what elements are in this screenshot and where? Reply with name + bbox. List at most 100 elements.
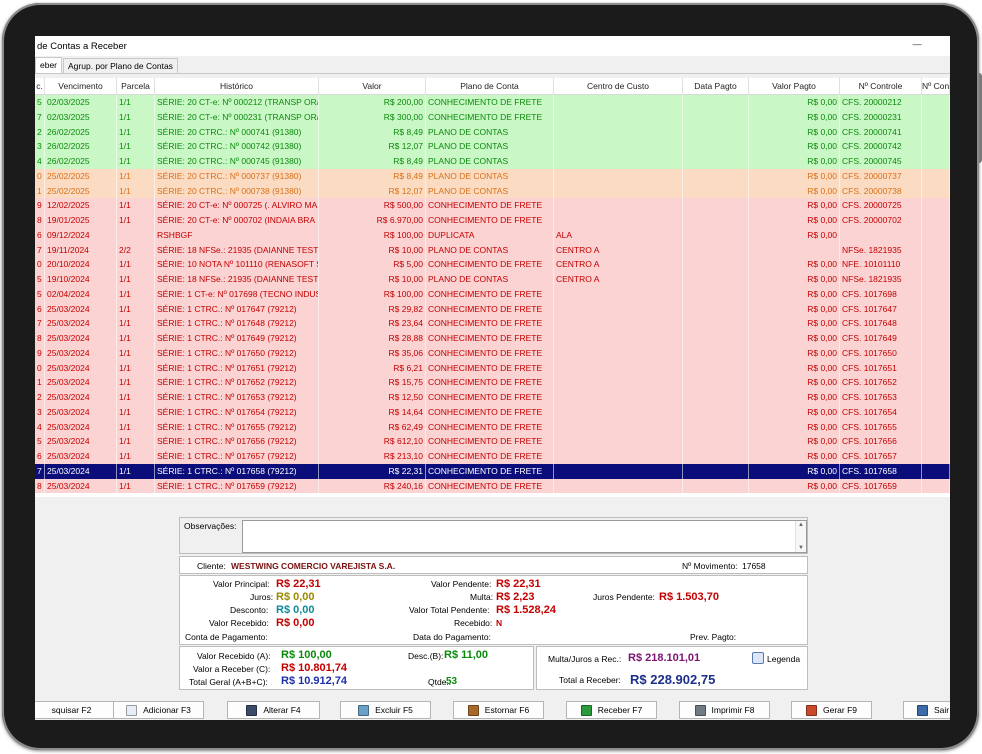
- cell-parcela: 1/1: [117, 198, 155, 213]
- table-row[interactable]: 2 25/03/2024 1/1 SÉRIE: 1 CTRC.: Nº 017653 …: [35, 390, 950, 405]
- cell-n-contr: [922, 109, 950, 125]
- movimento-label: Nº Movimento:: [682, 561, 738, 571]
- cell-parcela: 1/1: [117, 419, 155, 435]
- cell-n-controle: CFS. 1017653: [840, 390, 922, 405]
- cell-plano-conta: PLANO DE CONTAS: [426, 124, 554, 140]
- cell-n-controle: CFS. 20000745: [840, 154, 922, 169]
- valor-principal-label: Valor Principal:: [213, 579, 270, 589]
- table-row[interactable]: 5 19/10/2024 1/1 SÉRIE: 18 NFSe.: 21935 (DA…: [35, 272, 950, 287]
- table-row[interactable]: 9 12/02/2025 1/1 SÉRIE: 20 CT-e: Nº 000725 …: [35, 198, 950, 213]
- cell-valor: R$ 14,64: [319, 404, 426, 420]
- table-row[interactable]: 5 02/03/2025 1/1 SÉRIE: 20 CT-e: Nº 000212 …: [35, 95, 950, 110]
- alterar-button[interactable]: Alterar F4: [227, 701, 320, 719]
- tab-contas-receber[interactable]: eber: [35, 57, 63, 73]
- multa-value: R$ 2,23: [496, 591, 535, 603]
- new-document-icon: [126, 704, 138, 716]
- header-col-vencimento[interactable]: Vencimento: [45, 78, 117, 95]
- tab-agrup-plano-contas[interactable]: Agrup. por Plano de Contas: [63, 58, 178, 73]
- table-row[interactable]: 1 25/02/2025 1/1 SÉRIE: 20 CTRC.: Nº 000738…: [35, 183, 950, 199]
- header-col-valor[interactable]: Valor: [319, 78, 426, 95]
- adicionar-button[interactable]: Adicionar F3: [113, 701, 204, 719]
- table-row-selected[interactable]: 7 25/03/2024 1/1 SÉRIE: 1 CTRC.: Nº 017658 …: [35, 463, 950, 479]
- cell-data-pagto: [683, 360, 749, 376]
- sair-button[interactable]: Sair: [903, 701, 950, 719]
- legenda-icon[interactable]: [752, 652, 764, 664]
- table-row[interactable]: 7 02/03/2025 1/1 SÉRIE: 20 CT-e: Nº 000231 …: [35, 109, 950, 125]
- cell-plano-conta: CONHECIMENTO DE FRETE: [426, 404, 554, 420]
- cell-valor: R$ 35,06: [319, 345, 426, 361]
- gerar-button[interactable]: Gerar F9: [791, 701, 872, 719]
- cell-centro-custo: CENTRO A: [554, 257, 683, 272]
- table-row[interactable]: 0 20/10/2024 1/1 SÉRIE: 10 NOTA Nº 101110 (…: [35, 257, 950, 272]
- receber-button[interactable]: Receber F7: [566, 701, 657, 719]
- cell-plano-conta: CONHECIMENTO DE FRETE: [426, 434, 554, 449]
- observacoes-scrollbar[interactable]: ▲ ▼: [795, 521, 806, 552]
- table-row[interactable]: 3 26/02/2025 1/1 SÉRIE: 20 CTRC.: Nº 000742…: [35, 139, 950, 154]
- scroll-down-icon[interactable]: ▼: [798, 545, 804, 551]
- excluir-button[interactable]: Excluir F5: [340, 701, 431, 719]
- cell-parcela: 2/2: [117, 242, 155, 258]
- table-row[interactable]: 5 25/03/2024 1/1 SÉRIE: 1 CTRC.: Nº 017656 …: [35, 434, 950, 449]
- cell-parcela: 1/1: [117, 331, 155, 346]
- cell-n-contr: [922, 242, 950, 258]
- cell-historico: SÉRIE: 18 NFSe.: 21935 (DAIANNE TESTI: [155, 272, 319, 287]
- observacoes-textarea[interactable]: ▲ ▼: [242, 520, 807, 553]
- grid-header: c. Vencimento Parcela Histórico Valor Plano d…: [35, 78, 950, 95]
- cell-n-controle: CFS. 1017658: [840, 463, 922, 479]
- table-row[interactable]: 6 09/12/2024 RSHBGF R$ 100,00 DUPLICATA ALA R$…: [35, 227, 950, 243]
- toolbar-button-label: Excluir F5: [375, 705, 413, 715]
- cell-parcela: 1/1: [117, 449, 155, 464]
- cell-vencimento: 25/03/2024: [45, 360, 117, 376]
- table-row[interactable]: 5 02/04/2024 1/1 SÉRIE: 1 CT-e: Nº 017698 (…: [35, 286, 950, 302]
- imprimir-button[interactable]: Imprimir F8: [679, 701, 770, 719]
- minimize-button[interactable]: —: [912, 40, 922, 50]
- qtde-value: 53: [446, 676, 458, 687]
- cell-c: 2: [35, 124, 45, 140]
- cell-historico: SÉRIE: 10 NOTA Nº 101110 (RENASOFT S: [155, 257, 319, 272]
- table-row[interactable]: 3 25/03/2024 1/1 SÉRIE: 1 CTRC.: Nº 017654 …: [35, 404, 950, 420]
- table-row[interactable]: 0 25/02/2025 1/1 SÉRIE: 20 CTRC.: Nº 000737…: [35, 168, 950, 184]
- cell-vencimento: 19/11/2024: [45, 242, 117, 258]
- table-row[interactable]: 6 25/03/2024 1/1 SÉRIE: 1 CTRC.: Nº 017647 …: [35, 301, 950, 317]
- cell-plano-conta: CONHECIMENTO DE FRETE: [426, 257, 554, 272]
- table-row[interactable]: 8 25/03/2024 1/1 SÉRIE: 1 CTRC.: Nº 017649 …: [35, 331, 950, 346]
- cell-valor-pagto: R$ 0,00: [749, 257, 840, 272]
- legenda-button[interactable]: Legenda: [767, 654, 800, 664]
- table-row[interactable]: 1 25/03/2024 1/1 SÉRIE: 1 CTRC.: Nº 017652 …: [35, 375, 950, 390]
- header-col-parcela[interactable]: Parcela: [117, 78, 155, 95]
- header-col-valor-pagto[interactable]: Valor Pagto: [749, 78, 840, 95]
- table-row[interactable]: 7 19/11/2024 2/2 SÉRIE: 18 NFSe.: 21935 (DA…: [35, 242, 950, 258]
- cell-n-controle: CFS. 20000212: [840, 95, 922, 110]
- desconto-label: Desconto:: [230, 605, 269, 615]
- toolbar-button-label: Adicionar F3: [143, 705, 191, 715]
- header-col-centro-custo[interactable]: Centro de Custo: [554, 78, 683, 95]
- header-col-n-contr[interactable]: Nº Contr: [922, 78, 950, 95]
- header-col-n-controle[interactable]: Nº Controle: [840, 78, 922, 95]
- table-row[interactable]: 6 25/03/2024 1/1 SÉRIE: 1 CTRC.: Nº 017657 …: [35, 449, 950, 464]
- table-row[interactable]: 4 25/03/2024 1/1 SÉRIE: 1 CTRC.: Nº 017655 …: [35, 419, 950, 435]
- estornar-button[interactable]: Estornar F6: [453, 701, 544, 719]
- table-row[interactable]: 2 26/02/2025 1/1 SÉRIE: 20 CTRC.: Nº 000741…: [35, 124, 950, 140]
- scroll-up-icon[interactable]: ▲: [798, 522, 804, 528]
- header-col-c[interactable]: c.: [35, 78, 45, 95]
- table-row[interactable]: 9 25/03/2024 1/1 SÉRIE: 1 CTRC.: Nº 017650 …: [35, 345, 950, 361]
- observacoes-panel: Observações: ▲ ▼: [179, 517, 808, 554]
- pesquisar-button[interactable]: squisar F2: [35, 701, 118, 719]
- cell-n-contr: [922, 404, 950, 420]
- multa-juros-rec-value: R$ 218.101,01: [628, 652, 701, 664]
- table-row[interactable]: 8 25/03/2024 1/1 SÉRIE: 1 CTRC.: Nº 017659 …: [35, 478, 950, 494]
- header-col-data-pagto[interactable]: Data Pagto: [683, 78, 749, 95]
- table-row[interactable]: 0 25/03/2024 1/1 SÉRIE: 1 CTRC.: Nº 017651 …: [35, 360, 950, 376]
- cell-data-pagto: [683, 390, 749, 405]
- cliente-value: WESTWING COMERCIO VAREJISTA S.A.: [231, 561, 396, 571]
- conta-pagamento-label: Conta de Pagamento:: [185, 632, 268, 642]
- header-col-plano-conta[interactable]: Plano de Conta: [426, 78, 554, 95]
- header-col-historico[interactable]: Histórico: [155, 78, 319, 95]
- cell-valor-pagto: R$ 0,00: [749, 213, 840, 228]
- toolbar-button-label: Imprimir F8: [711, 705, 755, 715]
- cell-centro-custo: [554, 463, 683, 479]
- cell-n-controle: CFS. 1017648: [840, 316, 922, 331]
- table-row[interactable]: 4 26/02/2025 1/1 SÉRIE: 20 CTRC.: Nº 000745…: [35, 154, 950, 169]
- table-row[interactable]: 7 25/03/2024 1/1 SÉRIE: 1 CTRC.: Nº 017648 …: [35, 316, 950, 331]
- table-row[interactable]: 8 19/01/2025 1/1 SÉRIE: 20 CT-e: Nº 000702 …: [35, 213, 950, 228]
